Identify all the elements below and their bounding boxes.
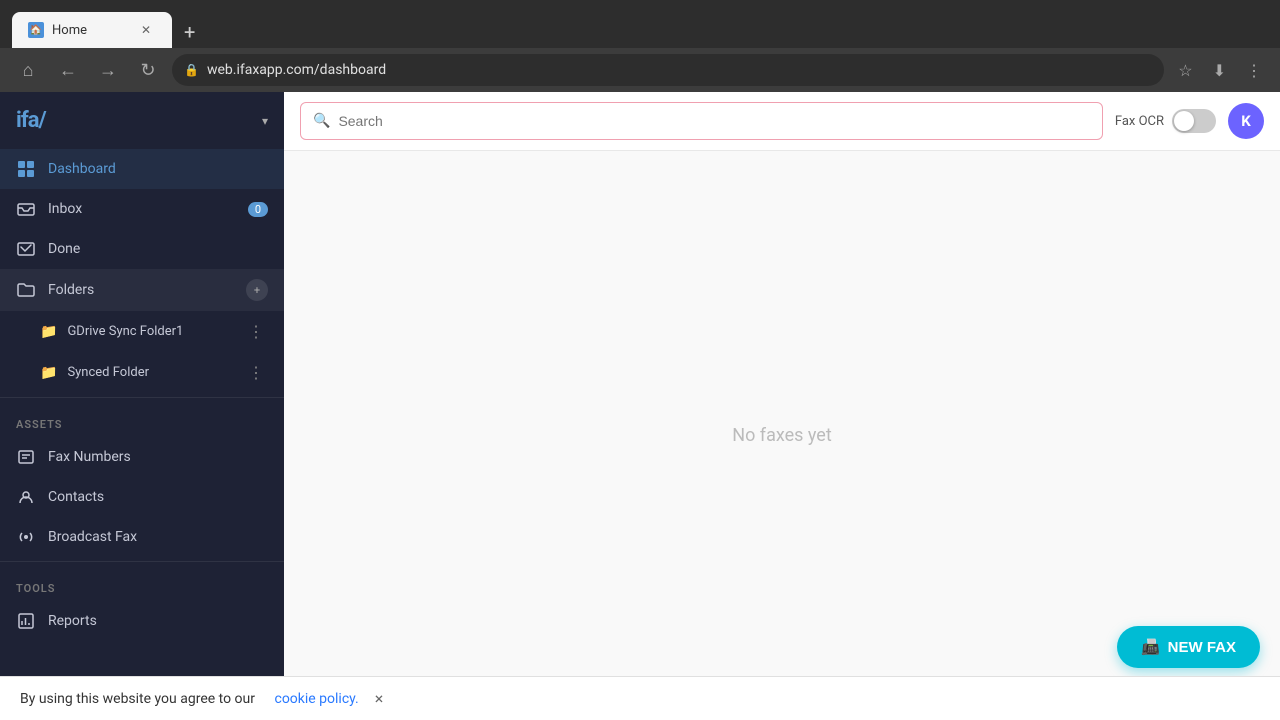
ocr-label: Fax OCR: [1115, 114, 1164, 129]
cookie-close-button[interactable]: ×: [375, 689, 384, 708]
dashboard-icon: [16, 159, 36, 179]
sidebar-item-done[interactable]: Done: [0, 229, 284, 269]
broadcast-fax-label: Broadcast Fax: [48, 529, 268, 545]
folder-more-synced-icon[interactable]: ⋮: [244, 361, 268, 384]
sidebar-item-folders[interactable]: Folders +: [0, 269, 284, 311]
contacts-label: Contacts: [48, 489, 268, 505]
cookie-policy-link[interactable]: cookie policy.: [274, 691, 358, 707]
account-chevron-icon[interactable]: ▾: [262, 114, 268, 128]
search-icon: 🔍: [313, 113, 330, 129]
reports-icon: [16, 611, 36, 631]
folder-icon-synced: 📁: [40, 365, 57, 381]
folder-more-icon[interactable]: ⋮: [244, 320, 268, 343]
folder-name-gdrive: GDrive Sync Folder1: [67, 324, 234, 339]
dashboard-label: Dashboard: [48, 161, 268, 177]
ocr-toggle-group: Fax OCR: [1115, 109, 1216, 133]
new-fax-icon: 📠: [1141, 638, 1160, 656]
done-icon: [16, 239, 36, 259]
url-display: web.ifaxapp.com/dashboard: [207, 62, 386, 78]
browser-tab-home[interactable]: 🏠 Home ✕: [12, 12, 172, 48]
download-icon[interactable]: ⬇: [1207, 57, 1232, 84]
inbox-icon: [16, 199, 36, 219]
sidebar-item-reports[interactable]: Reports: [0, 601, 284, 641]
bookmark-icon[interactable]: ☆: [1172, 57, 1198, 84]
folder-item-synced[interactable]: 📁 Synced Folder ⋮: [0, 352, 284, 393]
broadcast-fax-icon: [16, 527, 36, 547]
ocr-toggle-switch[interactable]: [1172, 109, 1216, 133]
main-toolbar: 🔍 Fax OCR K: [284, 92, 1280, 151]
done-label: Done: [48, 241, 268, 257]
empty-message: No faxes yet: [732, 425, 832, 446]
folders-label: Folders: [48, 282, 234, 298]
sidebar-item-dashboard[interactable]: Dashboard: [0, 149, 284, 189]
tab-title: Home: [52, 23, 128, 38]
search-input[interactable]: [338, 113, 1089, 129]
folder-name-synced: Synced Folder: [67, 365, 234, 380]
new-tab-button[interactable]: +: [176, 16, 203, 48]
app-layout: ifa/ ▾ Dashboard Inbox 0: [0, 92, 1280, 720]
new-fax-label: NEW FAX: [1168, 639, 1236, 656]
browser-tab-bar: 🏠 Home ✕ +: [0, 0, 1280, 48]
inbox-label: Inbox: [48, 201, 236, 217]
sidebar-nav: Dashboard Inbox 0 Done: [0, 149, 284, 720]
sidebar-item-contacts[interactable]: Contacts: [0, 477, 284, 517]
app-logo[interactable]: ifa/: [16, 108, 46, 133]
folder-item-gdrive[interactable]: 📁 GDrive Sync Folder1 ⋮: [0, 311, 284, 352]
nav-back-button[interactable]: ←: [52, 54, 84, 86]
tools-section-label: TOOLS: [0, 566, 284, 601]
sidebar-header: ifa/ ▾: [0, 92, 284, 149]
logo-text: ifa: [16, 108, 38, 133]
cookie-text: By using this website you agree to our: [20, 691, 255, 707]
folders-icon: [16, 280, 36, 300]
address-bar[interactable]: 🔒 web.ifaxapp.com/dashboard: [172, 54, 1164, 86]
main-content: 🔍 Fax OCR K No faxes yet: [284, 92, 1280, 720]
reports-label: Reports: [48, 613, 268, 629]
sidebar-item-fax-numbers[interactable]: Fax Numbers: [0, 437, 284, 477]
folder-icon: 📁: [40, 324, 57, 340]
nav-forward-button[interactable]: →: [92, 54, 124, 86]
contacts-icon: [16, 487, 36, 507]
folders-add-button[interactable]: +: [246, 279, 268, 301]
nav-reload-button[interactable]: ↻: [132, 54, 164, 86]
search-box[interactable]: 🔍: [300, 102, 1103, 140]
sidebar-item-inbox[interactable]: Inbox 0: [0, 189, 284, 229]
toggle-knob: [1174, 111, 1194, 131]
tab-favicon: 🏠: [28, 22, 44, 38]
sidebar-item-broadcast-fax[interactable]: Broadcast Fax: [0, 517, 284, 557]
address-bar-row: ⌂ ← → ↻ 🔒 web.ifaxapp.com/dashboard ☆ ⬇ …: [0, 48, 1280, 92]
lock-icon: 🔒: [184, 63, 199, 77]
assets-section-label: ASSETS: [0, 402, 284, 437]
sidebar: ifa/ ▾ Dashboard Inbox 0: [0, 92, 284, 720]
sidebar-divider-1: [0, 397, 284, 398]
tab-close-button[interactable]: ✕: [136, 20, 156, 40]
sidebar-divider-2: [0, 561, 284, 562]
fax-numbers-icon: [16, 447, 36, 467]
cookie-banner: By using this website you agree to our c…: [0, 676, 1280, 720]
new-fax-button[interactable]: 📠 NEW FAX: [1117, 626, 1260, 668]
user-avatar[interactable]: K: [1228, 103, 1264, 139]
logo-accent: /: [38, 108, 45, 133]
nav-home-button[interactable]: ⌂: [12, 54, 44, 86]
inbox-badge: 0: [248, 202, 268, 217]
fax-numbers-label: Fax Numbers: [48, 449, 268, 465]
browser-menu-icon[interactable]: ⋮: [1240, 57, 1268, 84]
